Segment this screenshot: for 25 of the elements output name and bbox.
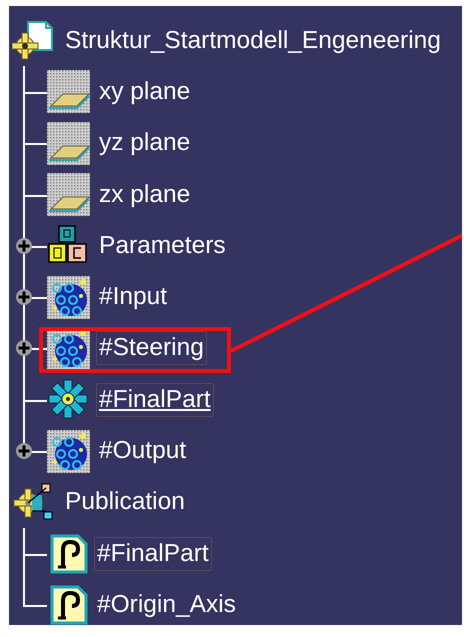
plane-icon	[47, 70, 90, 114]
document-hook-icon	[50, 584, 88, 625]
gear-icon	[47, 378, 90, 422]
document-hook-icon	[50, 534, 88, 574]
expand-icon[interactable]	[15, 236, 33, 255]
expand-icon[interactable]	[15, 442, 33, 460]
tree-node-label[interactable]: #Steering	[96, 331, 207, 366]
tree-node-label[interactable]: #Origin_Axis	[94, 588, 239, 622]
tree-node-label[interactable]: #Output	[96, 434, 190, 468]
tree-node-label[interactable]: #Input	[96, 280, 170, 314]
expand-icon[interactable]	[15, 339, 33, 358]
tree-node-label[interactable]: #FinalPart	[96, 382, 214, 417]
tree-node-label[interactable]: Struktur_Startmodell_Engeneering	[62, 24, 444, 58]
tree-node-label[interactable]: Parameters	[96, 228, 229, 263]
tree-node-label[interactable]: Publication	[62, 485, 188, 520]
tree-node-label[interactable]: zx plane	[96, 178, 194, 212]
geometric-set-icon	[47, 430, 90, 473]
plane-icon	[47, 173, 90, 216]
plane-icon	[47, 122, 90, 165]
part-gear-icon	[12, 20, 54, 62]
tree-node-label[interactable]: #FinalPart	[94, 536, 212, 571]
tree-node-label[interactable]: xy plane	[96, 74, 194, 109]
expand-icon[interactable]	[15, 288, 33, 306]
geometric-set-icon	[47, 276, 90, 319]
tree-node-label[interactable]: yz plane	[96, 126, 194, 160]
